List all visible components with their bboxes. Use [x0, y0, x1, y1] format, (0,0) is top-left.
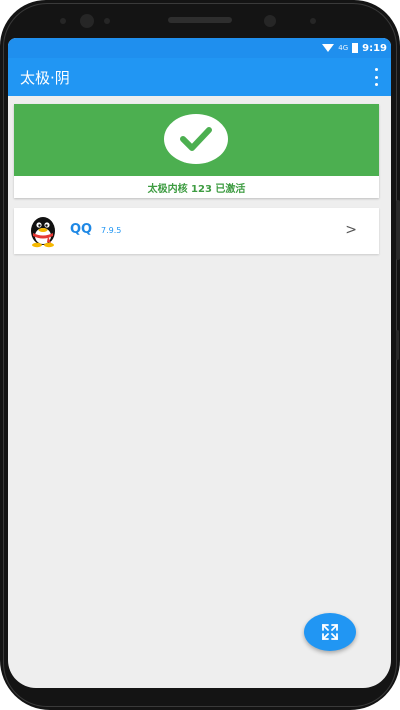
- fab-expand-button[interactable]: [304, 613, 356, 651]
- phone-frame: 4G 9:19 太极·阴 太极内核 123 已激活 QQ 7.9.5 >: [0, 0, 400, 710]
- status-bar: 4G 9:19: [8, 38, 391, 58]
- proximity-sensor: [60, 18, 66, 24]
- iris-camera-icon: [264, 15, 276, 27]
- power-button: [396, 200, 400, 260]
- qq-penguin-icon: [26, 214, 60, 248]
- status-time: 9:19: [362, 42, 387, 54]
- activation-status-text: 太极内核 123 已激活: [147, 184, 246, 195]
- iris-sensor: [310, 18, 316, 24]
- battery-icon: [352, 43, 359, 53]
- screen: 4G 9:19 太极·阴 太极内核 123 已激活 QQ 7.9.5 >: [8, 38, 391, 688]
- app-title: 太极·阴: [20, 68, 70, 87]
- ir-sensor: [104, 18, 110, 24]
- app-bar: 太极·阴: [8, 58, 391, 96]
- more-vert-icon[interactable]: [373, 68, 379, 86]
- module-item-qq[interactable]: QQ 7.9.5 >: [14, 208, 379, 254]
- side-key: [396, 330, 399, 360]
- activation-status-card[interactable]: 太极内核 123 已激活: [14, 104, 379, 198]
- wifi-icon: [322, 44, 335, 52]
- front-camera-icon: [80, 14, 94, 28]
- signal-label: 4G: [338, 44, 349, 52]
- module-name: QQ: [70, 222, 93, 237]
- module-version: 7.9.5: [101, 226, 122, 235]
- chevron-right-icon: >: [345, 222, 357, 238]
- check-circle-icon: [164, 114, 228, 164]
- expand-icon: [322, 624, 338, 640]
- earpiece-speaker: [168, 17, 232, 23]
